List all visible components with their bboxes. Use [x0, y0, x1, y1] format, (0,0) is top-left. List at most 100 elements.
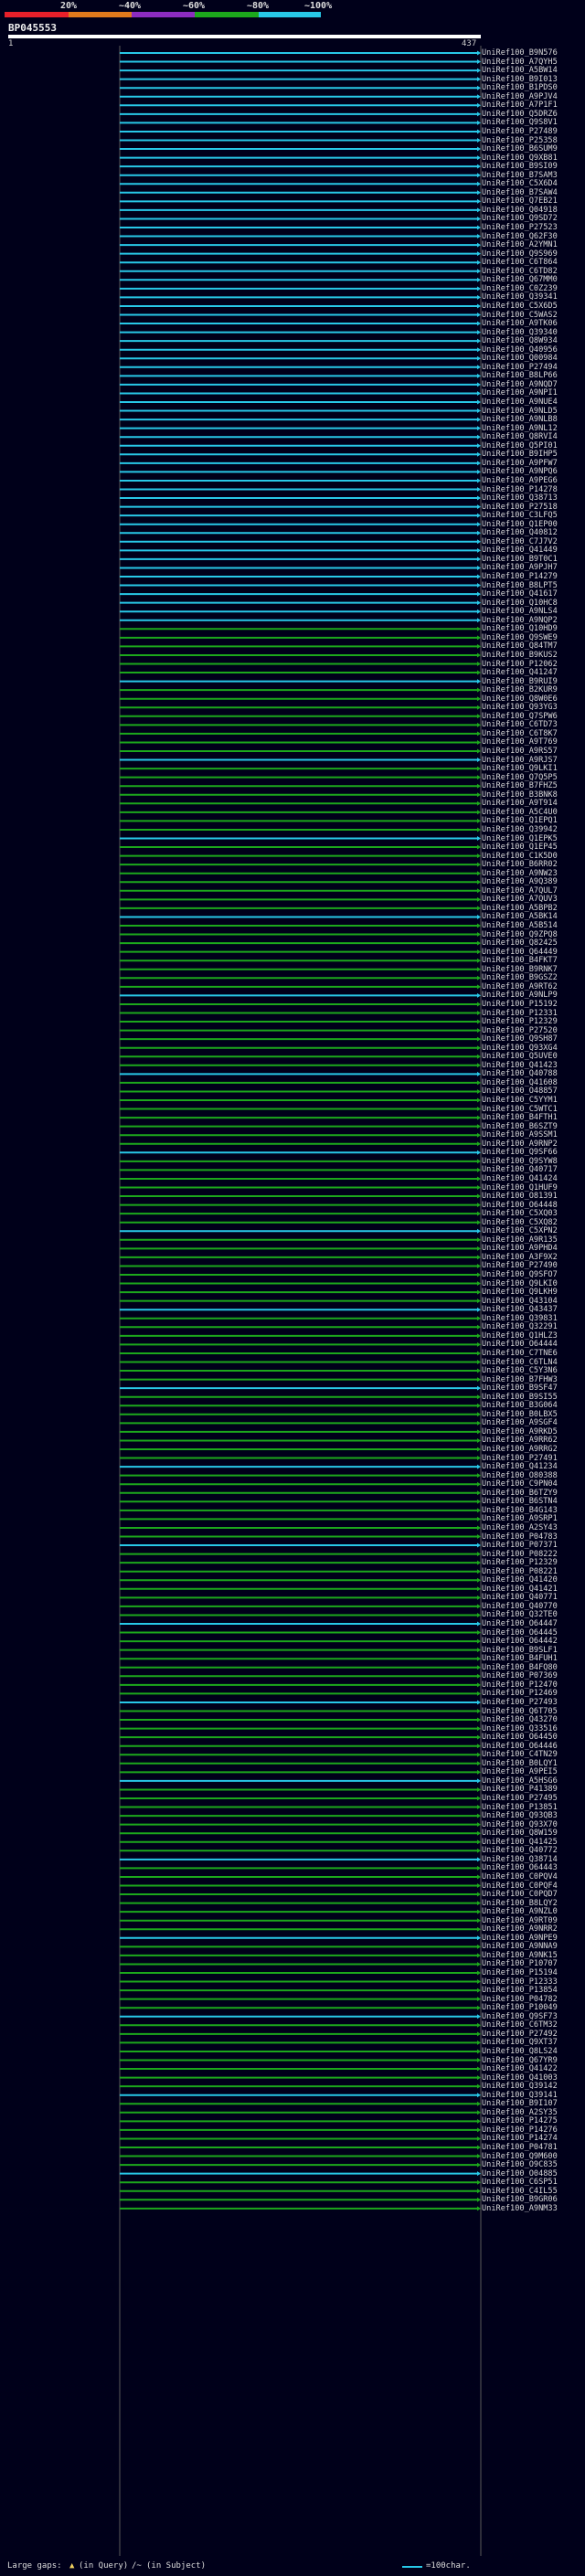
alignment-arrow-icon	[477, 1682, 481, 1688]
alignment-arrow-icon	[477, 102, 481, 108]
alignment-arrow-icon	[477, 1822, 481, 1828]
alignment-arrow-icon	[477, 181, 481, 186]
alignment-arrow-icon	[477, 373, 481, 378]
alignment-arrow-icon	[477, 2022, 481, 2028]
alignment-arrow-icon	[477, 879, 481, 885]
alignment-arrow-icon	[477, 355, 481, 361]
alignment-arrow-icon	[477, 618, 481, 623]
alignment-arrow-icon	[477, 1508, 481, 1513]
alignment-arrow-icon	[477, 513, 481, 518]
alignment-arrow-icon	[477, 1193, 481, 1199]
alignment-arrow-icon	[477, 862, 481, 867]
alignment-arrow-icon	[477, 1071, 481, 1076]
alignment-arrow-icon	[477, 1892, 481, 1897]
alignment-arrow-icon	[477, 1874, 481, 1880]
alignment-arrow-icon	[477, 1761, 481, 1766]
alignment-arrow-icon	[477, 1700, 481, 1705]
alignment-arrow-icon	[477, 2162, 481, 2168]
alignment-arrow-icon	[477, 522, 481, 527]
alignment-arrow-icon	[477, 2179, 481, 2185]
alignment-arrow-icon	[477, 1909, 481, 1914]
alignment-arrow-icon	[477, 426, 481, 431]
alignment-arrow-icon	[477, 932, 481, 938]
alignment-arrow-icon	[477, 1805, 481, 1810]
alignment-arrow-icon	[477, 967, 481, 972]
alignment-arrow-icon	[477, 59, 481, 65]
alignment-arrow-icon	[477, 225, 481, 230]
alignment-arrow-icon	[477, 1185, 481, 1190]
alignment-arrow-icon	[477, 670, 481, 675]
alignment-arrow-icon	[477, 269, 481, 274]
alignment-arrow-icon	[477, 2197, 481, 2202]
alignment-arrow-icon	[477, 836, 481, 841]
alignment-arrow-icon	[477, 1115, 481, 1120]
alignment-arrow-icon	[477, 434, 481, 440]
alignment-arrow-icon	[477, 469, 481, 474]
alignment-arrow-icon	[477, 286, 481, 292]
alignment-arrow-icon	[477, 487, 481, 492]
alignment-arrow-icon	[477, 1299, 481, 1304]
alignment-arrow-icon	[477, 504, 481, 510]
alignment-arrow-icon	[477, 906, 481, 911]
alignment-arrow-icon	[477, 731, 481, 737]
alignment-arrow-icon	[477, 1648, 481, 1653]
alignment-arrow-icon	[477, 2014, 481, 2019]
alignment-arrow-icon	[477, 1586, 481, 1592]
alignment-arrow-icon	[477, 294, 481, 300]
alignment-arrow-icon	[477, 1569, 481, 1574]
alignment-arrow-icon	[477, 1691, 481, 1696]
alignment-arrow-icon	[477, 1054, 481, 1059]
alignment-arrow-icon	[477, 1595, 481, 1600]
alignment-arrow-icon	[477, 2110, 481, 2115]
alignment-arrow-icon	[477, 234, 481, 239]
in-query-label: (in Query)	[79, 2561, 129, 2571]
alignment-arrow-icon	[477, 600, 481, 606]
alignment-arrow-icon	[477, 451, 481, 457]
alignment-arrow-icon	[477, 1988, 481, 1993]
alignment-arrow-icon	[477, 1839, 481, 1845]
alignment-arrow-icon	[477, 1088, 481, 1094]
alignment-arrow-icon	[477, 1456, 481, 1461]
alignment-arrow-icon	[477, 609, 481, 614]
alignment-arrow-icon	[477, 408, 481, 414]
alignment-arrow-icon	[477, 2058, 481, 2062]
alignment-arrow-icon	[477, 2206, 481, 2211]
alignment-arrow-icon	[477, 1970, 481, 1976]
alignment-arrow-icon	[477, 1385, 481, 1391]
legend-footer: Large gaps: ▲ (in Query) /~ (in Subject)…	[7, 2561, 578, 2574]
alignment-arrow-icon	[477, 2083, 481, 2089]
alignment-arrow-icon	[477, 1473, 481, 1479]
alignment-arrow-icon	[477, 539, 481, 545]
alignment-arrow-icon	[477, 1237, 481, 1243]
alignment-arrow-icon	[477, 739, 481, 745]
alignment-arrow-icon	[477, 2040, 481, 2045]
alignment-arrow-icon	[477, 1734, 481, 1740]
alignment-arrow-icon	[477, 1220, 481, 1225]
alignment-arrow-icon	[477, 2127, 481, 2133]
alignment-arrow-icon	[477, 1542, 481, 1548]
alignment-arrow-icon	[477, 1150, 481, 1155]
query-gap-marker-icon: ▲	[69, 2561, 75, 2571]
alignment-arrow-icon	[477, 330, 481, 335]
alignment-arrow-icon	[477, 888, 481, 894]
alignment-arrow-icon	[477, 1412, 481, 1417]
alignment-arrow-icon	[477, 679, 481, 684]
alignment-arrow-icon	[477, 1857, 481, 1862]
alignment-arrow-icon	[477, 758, 481, 763]
alignment-arrow-icon	[477, 643, 481, 649]
alignment-arrow-icon	[477, 1560, 481, 1565]
alignment-arrow-icon	[477, 1778, 481, 1784]
alignment-arrow-icon	[477, 1437, 481, 1443]
alignment-arrow-icon	[477, 242, 481, 248]
alignment-arrow-icon	[477, 111, 481, 117]
hit-label[interactable]: UniRef100_A9NM33	[482, 2204, 558, 2214]
alignment-arrow-icon	[477, 1045, 481, 1051]
alignment-arrow-icon	[477, 1525, 481, 1531]
alignment-arrow-icon	[477, 810, 481, 815]
alignment-arrow-icon	[477, 94, 481, 100]
alignment-arrow-icon	[477, 1324, 481, 1330]
alignment-arrow-icon	[477, 949, 481, 955]
alignment-arrow-icon	[477, 138, 481, 143]
alignment-arrow-icon	[477, 1638, 481, 1644]
alignment-arrow-icon	[477, 2075, 481, 2081]
